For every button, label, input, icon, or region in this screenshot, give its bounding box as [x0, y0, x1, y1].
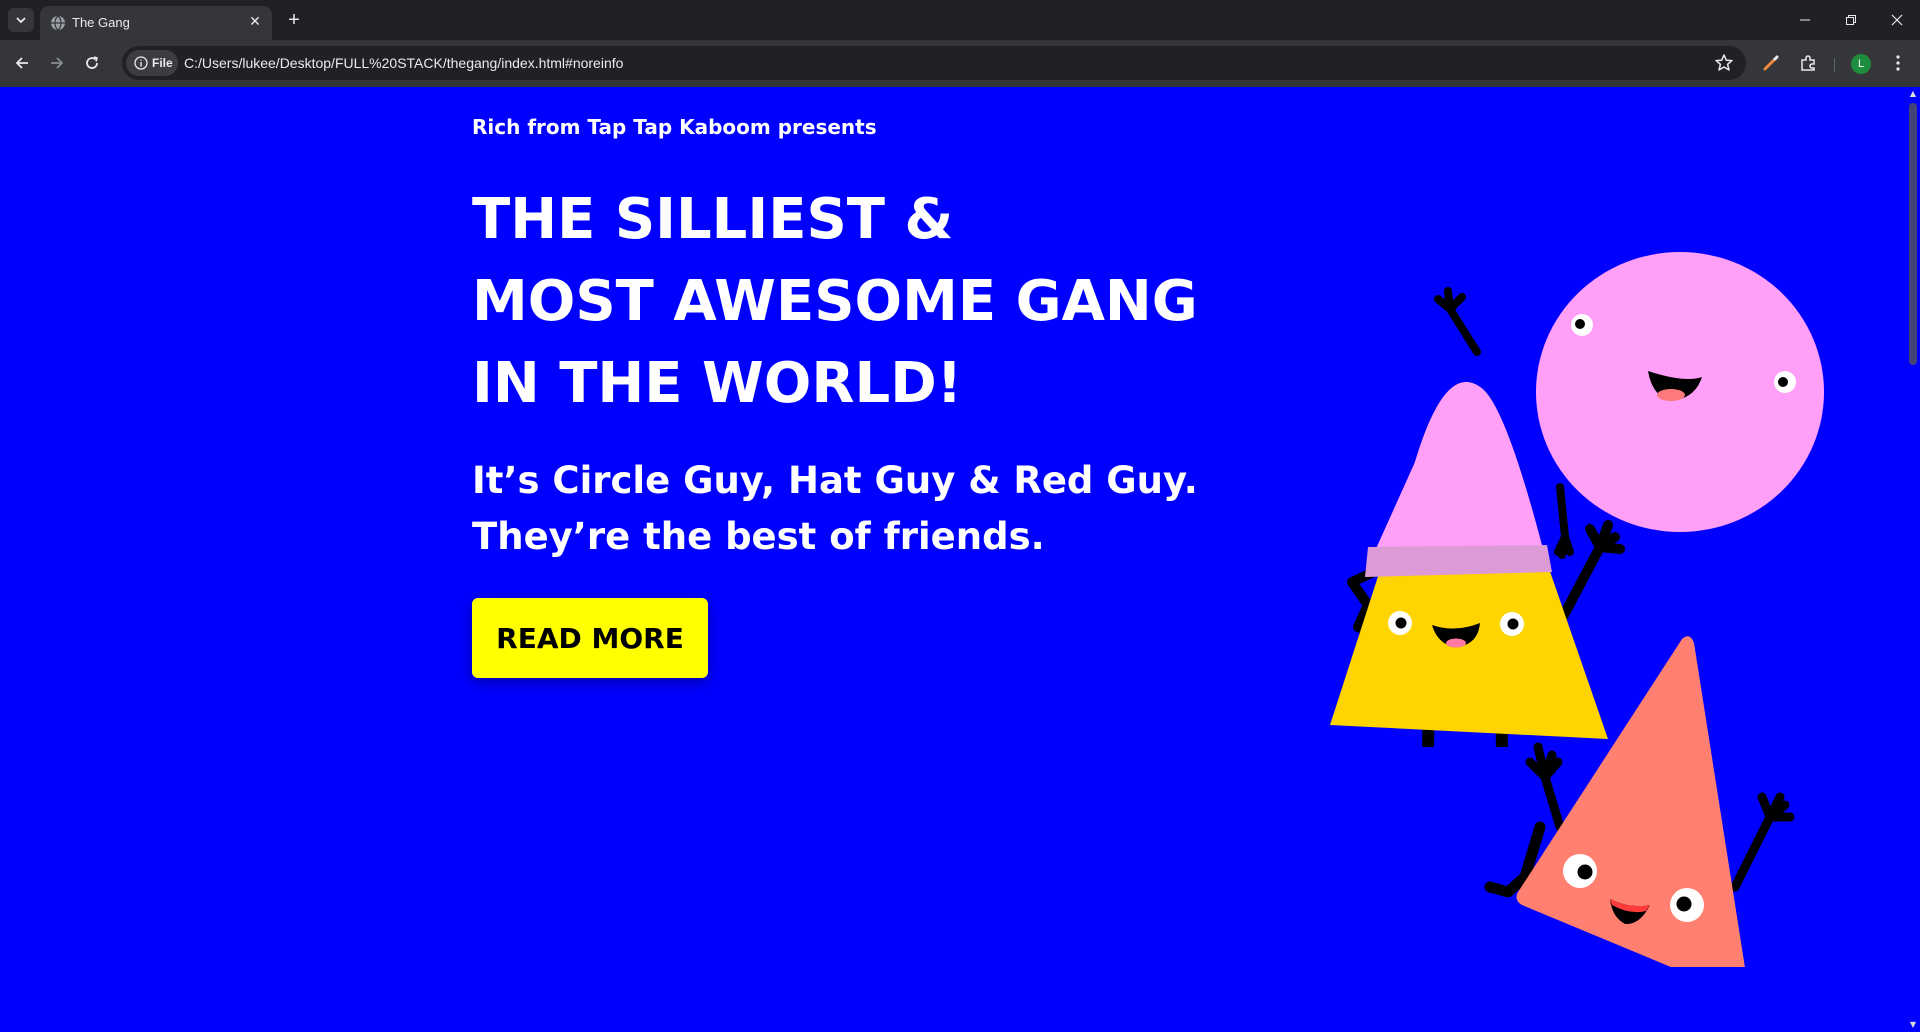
browser-menu-button[interactable]: [1887, 52, 1909, 74]
tab-search-button[interactable]: [8, 8, 34, 32]
browser-tabstrip: The Gang ✕ +: [0, 0, 1920, 40]
read-more-button[interactable]: READ MORE: [472, 598, 708, 678]
globe-icon: [51, 15, 65, 31]
active-tab[interactable]: The Gang ✕: [40, 6, 272, 40]
forward-button[interactable]: [44, 50, 70, 76]
tab-title: The Gang: [72, 15, 130, 30]
restore-button[interactable]: [1828, 0, 1874, 40]
headline-line-3: IN THE WORLD!: [472, 351, 963, 416]
toolbar-separator: [1834, 58, 1835, 72]
arrow-right-icon: [51, 57, 64, 69]
scroll-up-icon[interactable]: ▲: [1908, 89, 1918, 99]
scrollbar-thumb[interactable]: [1909, 103, 1917, 365]
minimize-icon: [1800, 19, 1810, 21]
page-scrollbar[interactable]: ▲ ▼: [1905, 87, 1920, 1032]
presents-line: Rich from Tap Tap Kaboom presents: [472, 115, 877, 139]
address-bar[interactable]: File C:/Users/lukee/Desktop/FULL%20STACK…: [122, 46, 1746, 80]
pen-extension-icon[interactable]: [1760, 52, 1782, 74]
page-viewport: Rich from Tap Tap Kaboom presents THE SI…: [0, 87, 1905, 1032]
restore-icon: [1846, 15, 1856, 25]
extensions-button[interactable]: [1797, 52, 1819, 74]
page-headline: THE SILLIEST & MOST AWESOME GANG IN THE …: [472, 179, 1232, 425]
scroll-down-icon[interactable]: ▼: [1908, 1020, 1918, 1030]
minimize-button[interactable]: [1782, 0, 1828, 40]
reload-icon: [86, 56, 98, 69]
more-vert-icon: [1896, 55, 1900, 71]
site-info-chip[interactable]: File: [126, 50, 178, 76]
puzzle-icon: [1801, 55, 1815, 71]
arrow-left-icon: [15, 57, 28, 69]
info-icon: [134, 56, 148, 70]
browser-toolbar: File C:/Users/lukee/Desktop/FULL%20STACK…: [0, 40, 1920, 87]
intro-line-2: They’re the best of friends.: [472, 515, 1045, 558]
close-icon: [1891, 14, 1903, 26]
bookmark-star-icon[interactable]: [1714, 53, 1734, 73]
intro-line-1: It’s Circle Guy, Hat Guy & Red Guy.: [472, 459, 1198, 502]
reload-button[interactable]: [79, 50, 105, 76]
back-button[interactable]: [9, 50, 35, 76]
tab-close-icon[interactable]: ✕: [246, 13, 264, 31]
headline-line-1: THE SILLIEST &: [472, 187, 954, 252]
pen-icon: [1763, 55, 1779, 71]
gang-illustration: [1330, 252, 1824, 967]
close-window-button[interactable]: [1874, 0, 1920, 40]
site-info-label: File: [152, 56, 173, 70]
intro-text: It’s Circle Guy, Hat Guy & Red Guy. They…: [472, 453, 1232, 565]
url-text[interactable]: C:/Users/lukee/Desktop/FULL%20STACK/theg…: [184, 55, 623, 71]
profile-avatar[interactable]: L: [1851, 54, 1871, 74]
new-tab-button[interactable]: +: [282, 9, 306, 31]
headline-line-2: MOST AWESOME GANG: [472, 269, 1198, 334]
chevron-down-icon: [16, 17, 26, 24]
